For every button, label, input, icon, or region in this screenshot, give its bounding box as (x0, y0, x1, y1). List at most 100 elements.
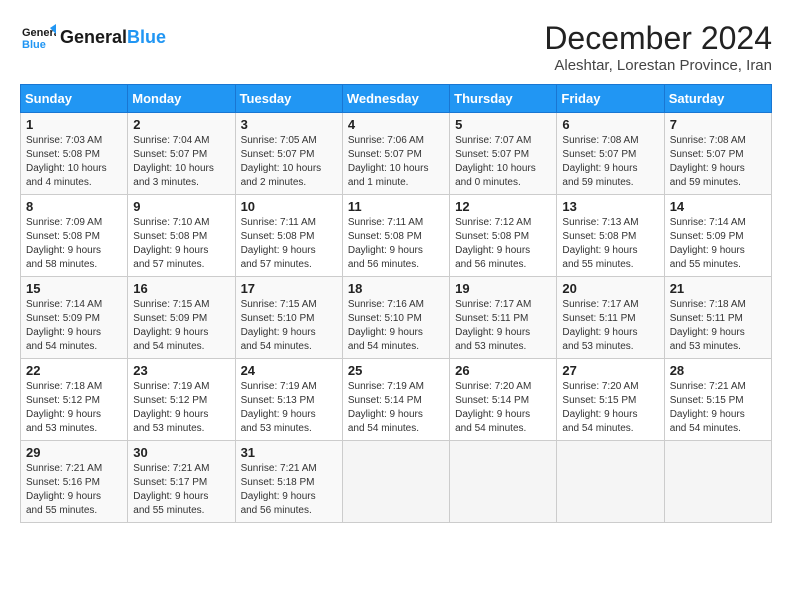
calendar-week-row: 8 Sunrise: 7:09 AM Sunset: 5:08 PM Daylig… (21, 195, 772, 277)
empty-cell (557, 441, 664, 523)
calendar-header-wednesday: Wednesday (342, 85, 449, 113)
day-info: Sunrise: 7:05 AM Sunset: 5:07 PM Dayligh… (241, 134, 337, 190)
calendar-day-cell: 18Sunrise: 7:16 AM Sunset: 5:10 PM Dayli… (342, 277, 449, 359)
day-info: Sunrise: 7:19 AM Sunset: 5:14 PM Dayligh… (348, 380, 444, 436)
day-info: Sunrise: 7:14 AM Sunset: 5:09 PM Dayligh… (26, 298, 122, 354)
day-number: 17 (241, 281, 337, 296)
day-info: Sunrise: 7:03 AM Sunset: 5:08 PM Dayligh… (26, 134, 122, 190)
calendar-header-saturday: Saturday (664, 85, 771, 113)
day-number: 16 (133, 281, 229, 296)
calendar-day-cell: 7Sunrise: 7:08 AM Sunset: 5:07 PM Daylig… (664, 113, 771, 195)
calendar-day-cell: 17 Sunrise: 7:15 AM Sunset: 5:10 PM Dayli… (235, 277, 342, 359)
day-info: Sunrise: 7:19 AM Sunset: 5:12 PM Dayligh… (133, 380, 229, 436)
calendar-day-cell: 26 Sunrise: 7:20 AM Sunset: 5:14 PM Dayli… (450, 359, 557, 441)
day-number: 8 (26, 199, 122, 214)
day-number: 22 (26, 363, 122, 378)
day-info: Sunrise: 7:21 AM Sunset: 5:18 PM Dayligh… (241, 462, 337, 518)
calendar-header-thursday: Thursday (450, 85, 557, 113)
day-number: 30 (133, 445, 229, 460)
day-info: Sunrise: 7:20 AM Sunset: 5:15 PM Dayligh… (562, 380, 658, 436)
day-number: 9 (133, 199, 229, 214)
calendar-day-cell: 30 Sunrise: 7:21 AM Sunset: 5:17 PM Dayli… (128, 441, 235, 523)
day-info: Sunrise: 7:09 AM Sunset: 5:08 PM Dayligh… (26, 216, 122, 272)
day-number: 24 (241, 363, 337, 378)
calendar-header-sunday: Sunday (21, 85, 128, 113)
calendar-week-row: 22 Sunrise: 7:18 AM Sunset: 5:12 PM Dayli… (21, 359, 772, 441)
day-info: Sunrise: 7:19 AM Sunset: 5:13 PM Dayligh… (241, 380, 337, 436)
logo-icon: General Blue (20, 20, 56, 56)
svg-text:Blue: Blue (22, 39, 46, 51)
calendar-day-cell: 14 Sunrise: 7:14 AM Sunset: 5:09 PM Dayli… (664, 195, 771, 277)
calendar-day-cell: 27 Sunrise: 7:20 AM Sunset: 5:15 PM Dayli… (557, 359, 664, 441)
calendar-day-cell: 29Sunrise: 7:21 AM Sunset: 5:16 PM Dayli… (21, 441, 128, 523)
calendar-day-cell: 9 Sunrise: 7:10 AM Sunset: 5:08 PM Daylig… (128, 195, 235, 277)
day-number: 10 (241, 199, 337, 214)
day-info: Sunrise: 7:15 AM Sunset: 5:10 PM Dayligh… (241, 298, 337, 354)
day-number: 15 (26, 281, 122, 296)
day-info: Sunrise: 7:21 AM Sunset: 5:16 PM Dayligh… (26, 462, 122, 518)
day-info: Sunrise: 7:18 AM Sunset: 5:11 PM Dayligh… (670, 298, 766, 354)
day-info: Sunrise: 7:06 AM Sunset: 5:07 PM Dayligh… (348, 134, 444, 190)
day-number: 5 (455, 117, 551, 132)
day-number: 14 (670, 199, 766, 214)
day-number: 6 (562, 117, 658, 132)
day-number: 1 (26, 117, 122, 132)
day-info: Sunrise: 7:15 AM Sunset: 5:09 PM Dayligh… (133, 298, 229, 354)
day-number: 25 (348, 363, 444, 378)
title-block: December 2024 Aleshtar, Lorestan Provinc… (544, 20, 772, 74)
day-number: 11 (348, 199, 444, 214)
day-info: Sunrise: 7:14 AM Sunset: 5:09 PM Dayligh… (670, 216, 766, 272)
page-subtitle: Aleshtar, Lorestan Province, Iran (544, 57, 772, 74)
calendar-day-cell: 4 Sunrise: 7:06 AM Sunset: 5:07 PM Daylig… (342, 113, 449, 195)
calendar-day-cell: 25 Sunrise: 7:19 AM Sunset: 5:14 PM Dayli… (342, 359, 449, 441)
day-info: Sunrise: 7:08 AM Sunset: 5:07 PM Dayligh… (562, 134, 658, 190)
calendar-day-cell: 28 Sunrise: 7:21 AM Sunset: 5:15 PM Dayli… (664, 359, 771, 441)
calendar-day-cell: 3Sunrise: 7:05 AM Sunset: 5:07 PM Daylig… (235, 113, 342, 195)
day-number: 28 (670, 363, 766, 378)
calendar-day-cell: 22 Sunrise: 7:18 AM Sunset: 5:12 PM Dayli… (21, 359, 128, 441)
day-number: 2 (133, 117, 229, 132)
day-number: 20 (562, 281, 658, 296)
day-number: 23 (133, 363, 229, 378)
day-number: 18 (348, 281, 444, 296)
day-info: Sunrise: 7:10 AM Sunset: 5:08 PM Dayligh… (133, 216, 229, 272)
calendar-day-cell: 31 Sunrise: 7:21 AM Sunset: 5:18 PM Dayli… (235, 441, 342, 523)
calendar-header-tuesday: Tuesday (235, 85, 342, 113)
calendar-day-cell: 1 Sunrise: 7:03 AM Sunset: 5:08 PM Daylig… (21, 113, 128, 195)
day-number: 13 (562, 199, 658, 214)
calendar-day-cell: 16 Sunrise: 7:15 AM Sunset: 5:09 PM Dayli… (128, 277, 235, 359)
calendar-day-cell: 21 Sunrise: 7:18 AM Sunset: 5:11 PM Dayli… (664, 277, 771, 359)
calendar-day-cell: 20Sunrise: 7:17 AM Sunset: 5:11 PM Dayli… (557, 277, 664, 359)
day-info: Sunrise: 7:17 AM Sunset: 5:11 PM Dayligh… (455, 298, 551, 354)
day-info: Sunrise: 7:08 AM Sunset: 5:07 PM Dayligh… (670, 134, 766, 190)
day-info: Sunrise: 7:13 AM Sunset: 5:08 PM Dayligh… (562, 216, 658, 272)
day-number: 26 (455, 363, 551, 378)
calendar-day-cell: 10Sunrise: 7:11 AM Sunset: 5:08 PM Dayli… (235, 195, 342, 277)
calendar-header-row: SundayMondayTuesdayWednesdayThursdayFrid… (21, 85, 772, 113)
calendar-day-cell: 6 Sunrise: 7:08 AM Sunset: 5:07 PM Daylig… (557, 113, 664, 195)
page-header: General Blue GeneralBlue December 2024 A… (20, 20, 772, 74)
day-info: Sunrise: 7:11 AM Sunset: 5:08 PM Dayligh… (348, 216, 444, 272)
day-info: Sunrise: 7:20 AM Sunset: 5:14 PM Dayligh… (455, 380, 551, 436)
calendar-header-monday: Monday (128, 85, 235, 113)
logo: General Blue GeneralBlue (20, 20, 166, 56)
day-info: Sunrise: 7:07 AM Sunset: 5:07 PM Dayligh… (455, 134, 551, 190)
day-info: Sunrise: 7:12 AM Sunset: 5:08 PM Dayligh… (455, 216, 551, 272)
empty-cell (450, 441, 557, 523)
calendar-week-row: 29Sunrise: 7:21 AM Sunset: 5:16 PM Dayli… (21, 441, 772, 523)
logo-text: GeneralBlue (60, 28, 166, 48)
day-number: 27 (562, 363, 658, 378)
calendar-day-cell: 5 Sunrise: 7:07 AM Sunset: 5:07 PM Daylig… (450, 113, 557, 195)
day-number: 31 (241, 445, 337, 460)
calendar-table: SundayMondayTuesdayWednesdayThursdayFrid… (20, 84, 772, 523)
page-title: December 2024 (544, 20, 772, 57)
day-number: 21 (670, 281, 766, 296)
calendar-day-cell: 19 Sunrise: 7:17 AM Sunset: 5:11 PM Dayli… (450, 277, 557, 359)
day-info: Sunrise: 7:21 AM Sunset: 5:17 PM Dayligh… (133, 462, 229, 518)
day-number: 19 (455, 281, 551, 296)
calendar-day-cell: 11 Sunrise: 7:11 AM Sunset: 5:08 PM Dayli… (342, 195, 449, 277)
day-number: 4 (348, 117, 444, 132)
day-info: Sunrise: 7:21 AM Sunset: 5:15 PM Dayligh… (670, 380, 766, 436)
day-info: Sunrise: 7:18 AM Sunset: 5:12 PM Dayligh… (26, 380, 122, 436)
calendar-day-cell: 24 Sunrise: 7:19 AM Sunset: 5:13 PM Dayli… (235, 359, 342, 441)
